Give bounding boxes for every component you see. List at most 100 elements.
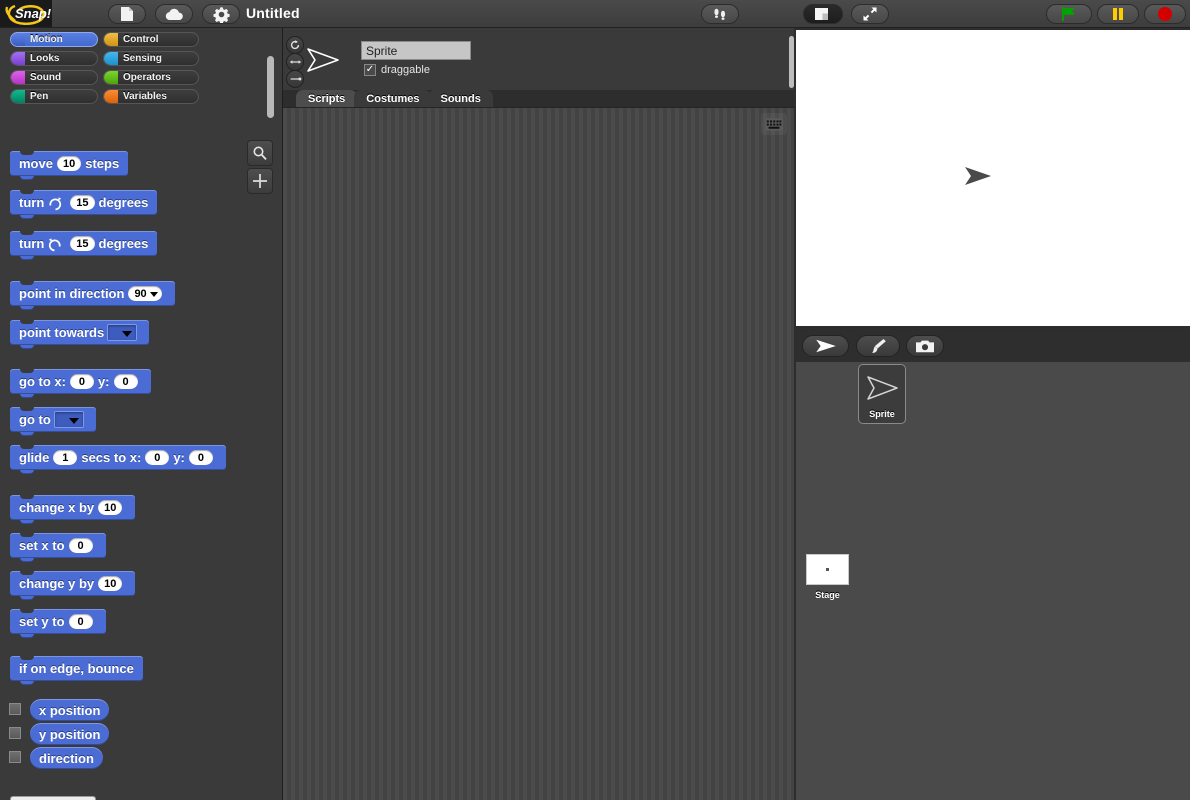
block-input-target[interactable] xyxy=(53,411,84,428)
tab-sounds[interactable]: Sounds xyxy=(428,90,493,107)
rotation-style-left-right-button[interactable] xyxy=(286,53,304,71)
snap-logo[interactable]: Snap! xyxy=(0,0,52,27)
block-input-direction[interactable]: 90 xyxy=(128,286,162,301)
corral-toolbar xyxy=(796,330,1190,362)
sprite-header-scrollbar[interactable] xyxy=(789,36,794,88)
block-y-position[interactable]: y position xyxy=(30,723,110,745)
category-label: Sensing xyxy=(123,53,162,64)
keyboard-entry-button[interactable] xyxy=(761,113,787,135)
corral-stage-item[interactable]: Stage xyxy=(806,554,849,600)
block-input-x[interactable]: 0 xyxy=(68,538,93,553)
block-input-x[interactable]: 0 xyxy=(145,450,170,465)
block-set-x-to[interactable]: set x to 0 xyxy=(10,533,106,562)
scripting-pane[interactable] xyxy=(283,107,794,800)
tab-costumes[interactable]: Costumes xyxy=(354,90,432,107)
add-block-button[interactable] xyxy=(247,168,273,194)
block-input-x[interactable]: 0 xyxy=(69,374,94,389)
stop-button[interactable] xyxy=(1144,4,1186,24)
category-button-operators[interactable]: Operators xyxy=(103,70,199,85)
block-label: degrees xyxy=(98,236,149,251)
block-direction[interactable]: direction xyxy=(30,747,103,769)
block-change-y-by[interactable]: change y by 10 xyxy=(10,571,136,600)
paintbrush-icon xyxy=(872,339,886,353)
sprite-corral: Sprite Stage xyxy=(796,362,1190,800)
category-button-sound[interactable]: Sound xyxy=(10,70,98,85)
block-point-towards[interactable]: point towards xyxy=(10,320,150,349)
corral-sprite-thumbnail xyxy=(866,375,900,405)
block-label: point towards xyxy=(19,325,105,340)
block-change-x-by[interactable]: change x by 10 xyxy=(10,495,136,524)
watcher-checkbox-x-position[interactable] xyxy=(9,703,21,715)
file-menu-button[interactable] xyxy=(108,4,146,24)
pause-button[interactable] xyxy=(1097,4,1139,24)
block-input-secs[interactable]: 1 xyxy=(53,450,78,465)
block-input-steps[interactable]: 10 xyxy=(56,156,82,171)
paint-new-sprite-button[interactable] xyxy=(856,335,900,357)
sprite-name-input[interactable]: Sprite xyxy=(361,41,471,60)
blocks-palette: Motion Control Looks Sensing Sound Opera… xyxy=(0,28,283,800)
block-label: go to xyxy=(19,412,51,427)
rotation-style-none-button[interactable] xyxy=(286,70,304,88)
sprite-editor-tabs: Scripts Costumes Sounds xyxy=(296,90,493,107)
block-x-position[interactable]: x position xyxy=(30,699,110,721)
rotation-style-freely-button[interactable] xyxy=(286,36,304,54)
category-label: Variables xyxy=(123,91,167,102)
plus-icon xyxy=(253,174,267,188)
block-go-to[interactable]: go to xyxy=(10,407,96,436)
block-input-target[interactable] xyxy=(107,324,138,341)
category-button-sensing[interactable]: Sensing xyxy=(103,51,199,66)
visible-stepping-button[interactable] xyxy=(701,4,739,24)
search-blocks-button[interactable] xyxy=(247,140,273,166)
block-label: change x by xyxy=(19,500,95,515)
camera-new-sprite-button[interactable] xyxy=(906,335,944,357)
corral-sprite-item[interactable]: Sprite xyxy=(858,364,906,424)
block-label: y: xyxy=(97,374,110,389)
watcher-checkbox-direction[interactable] xyxy=(9,751,21,763)
new-turtle-sprite-button[interactable] xyxy=(802,335,849,357)
block-turn-right[interactable]: turn 15 degrees xyxy=(10,190,158,219)
category-swatch xyxy=(11,90,25,103)
category-button-pen[interactable]: Pen xyxy=(10,89,98,104)
block-set-y-to[interactable]: set y to 0 xyxy=(10,609,106,638)
stage-sprite[interactable] xyxy=(964,166,992,190)
watcher-checkbox-y-position[interactable] xyxy=(9,727,21,739)
block-label: y: xyxy=(173,450,185,465)
corral-stage-sprite-dot xyxy=(826,568,829,571)
block-input-delta[interactable]: 10 xyxy=(98,576,123,591)
category-swatch xyxy=(11,71,25,84)
block-input-y[interactable]: 0 xyxy=(68,614,93,629)
block-input-delta[interactable]: 10 xyxy=(98,500,123,515)
tab-scripts[interactable]: Scripts xyxy=(296,90,358,107)
block-point-in-direction[interactable]: point in direction 90 xyxy=(10,281,175,310)
category-label: Looks xyxy=(30,53,60,64)
green-flag-button[interactable] xyxy=(1046,4,1092,24)
stage-canvas[interactable] xyxy=(796,30,1190,326)
category-button-variables[interactable]: Variables xyxy=(103,89,199,104)
footprints-icon xyxy=(714,8,726,20)
category-swatch xyxy=(11,52,25,65)
block-glide[interactable]: glide 1 secs to x: 0 y: 0 xyxy=(10,445,226,474)
block-go-to-xy[interactable]: go to x: 0 y: 0 xyxy=(10,369,151,398)
settings-menu-button[interactable] xyxy=(202,4,240,24)
category-button-motion[interactable]: Motion xyxy=(10,32,98,47)
stage-size-toggle-button[interactable] xyxy=(803,4,843,24)
draggable-checkbox[interactable]: ✓ xyxy=(364,64,376,76)
category-button-control[interactable]: Control xyxy=(103,32,199,47)
fullscreen-button[interactable] xyxy=(851,4,889,24)
block-move-steps[interactable]: move 10 steps xyxy=(10,151,129,180)
block-if-on-edge-bounce[interactable]: if on edge, bounce xyxy=(10,656,143,685)
sprite-header-thumbnail xyxy=(306,46,340,74)
block-input-y[interactable]: 0 xyxy=(188,450,213,465)
palette-scrollbar[interactable] xyxy=(267,56,274,118)
arrow-turtle-icon xyxy=(867,376,898,400)
block-input-y[interactable]: 0 xyxy=(113,374,138,389)
cloud-menu-button[interactable] xyxy=(155,4,193,24)
make-a-block-button[interactable]: Make a block xyxy=(10,796,97,800)
category-button-looks[interactable]: Looks xyxy=(10,51,98,66)
block-turn-left[interactable]: turn 15 degrees xyxy=(10,231,158,260)
turn-counterclockwise-icon xyxy=(49,237,61,251)
block-input-degrees[interactable]: 15 xyxy=(70,195,95,210)
camera-icon xyxy=(916,340,934,353)
magnifier-icon xyxy=(253,146,267,161)
block-input-degrees[interactable]: 15 xyxy=(70,236,95,251)
